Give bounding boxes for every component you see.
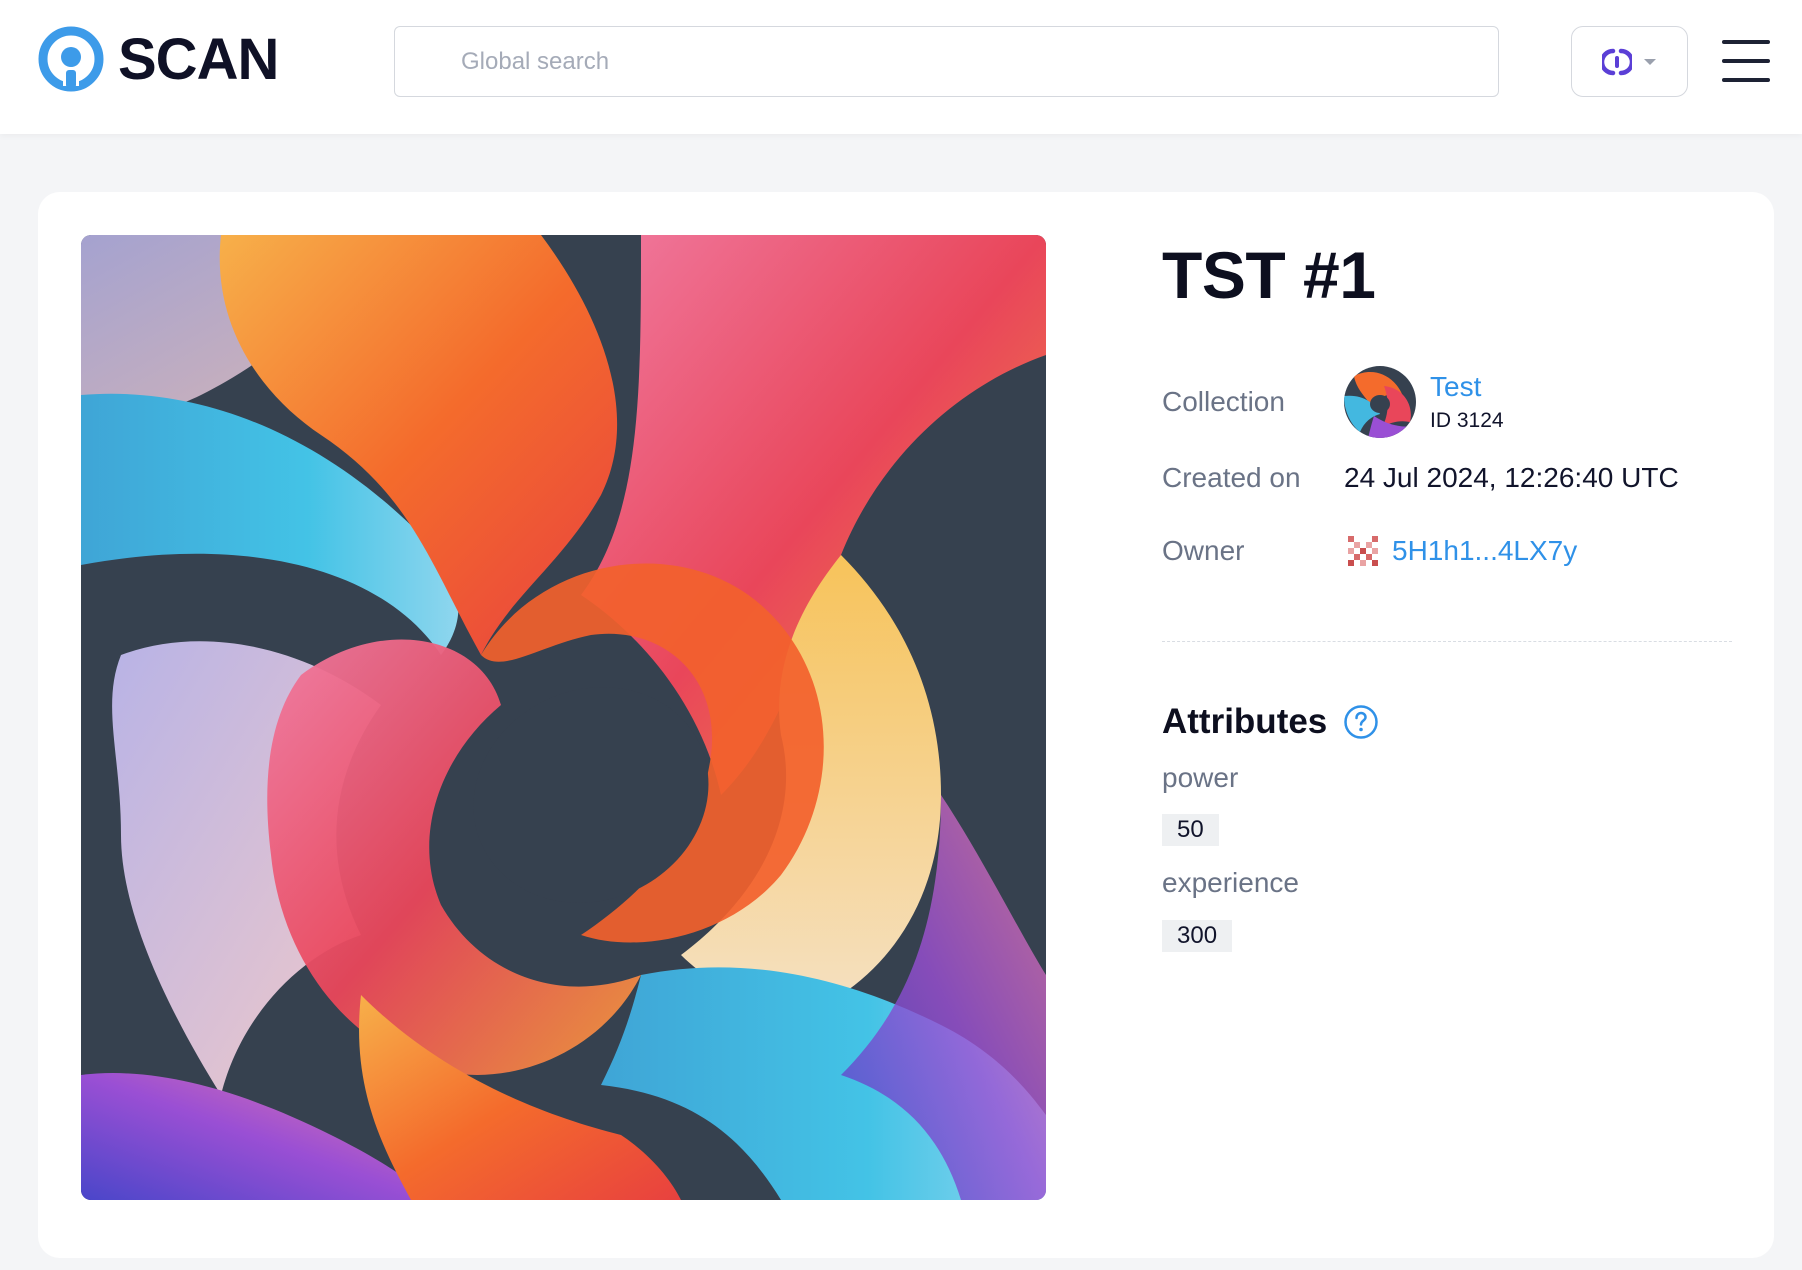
collection-label: Collection — [1162, 386, 1285, 417]
global-search-input[interactable] — [395, 27, 1498, 96]
attribute-name-experience: experience — [1162, 867, 1299, 898]
created-row: Created on 24 Jul 2024, 12:26:40 UTC — [1162, 462, 1679, 494]
collection-name-link[interactable]: Test — [1430, 371, 1504, 403]
attribute-value-experience: 300 — [1162, 920, 1233, 952]
help-question-icon[interactable] — [1343, 704, 1379, 740]
scan-logo[interactable]: SCAN — [38, 26, 279, 92]
token-artwork-image[interactable] — [81, 235, 1046, 1200]
global-search — [394, 26, 1499, 97]
token-card: TST #1 Collection Test ID 3124 Created o… — [38, 192, 1774, 1258]
menu-line — [1722, 40, 1770, 44]
chevron-down-icon — [1643, 58, 1656, 65]
network-selector-button[interactable] — [1571, 26, 1688, 97]
attributes-heading: Attributes — [1162, 702, 1379, 742]
owner-label: Owner — [1162, 535, 1245, 566]
owner-row: Owner 5H1h1...4LX7y — [1162, 532, 1577, 570]
collection-avatar-image — [1344, 366, 1416, 438]
token-details: TST #1 Collection Test ID 3124 Created o… — [1162, 238, 1732, 952]
collection-id: ID 3124 — [1430, 409, 1504, 432]
attribute-value-power: 50 — [1162, 814, 1219, 846]
collection-info: Test ID 3124 — [1430, 371, 1504, 433]
section-divider — [1162, 641, 1732, 642]
attribute-name-power: power — [1162, 762, 1239, 793]
hamburger-menu-button[interactable] — [1722, 40, 1770, 82]
menu-line — [1722, 59, 1770, 63]
created-value: 24 Jul 2024, 12:26:40 UTC — [1344, 462, 1679, 493]
menu-line — [1722, 78, 1770, 82]
collection-avatar[interactable] — [1344, 366, 1416, 438]
network-selector-icon — [1601, 48, 1632, 75]
scan-logo-icon — [38, 26, 104, 92]
abstract-ribbon-artwork — [81, 235, 1046, 1200]
owner-address-link[interactable]: 5H1h1...4LX7y — [1392, 535, 1577, 567]
logo-text: SCAN — [118, 26, 279, 92]
owner-identicon-icon — [1344, 532, 1382, 570]
token-title: TST #1 — [1162, 238, 1376, 312]
collection-row: Collection Test ID 3124 — [1162, 366, 1504, 438]
attributes-title: Attributes — [1162, 702, 1328, 741]
top-header: SCAN — [0, 0, 1802, 134]
created-label: Created on — [1162, 462, 1301, 493]
